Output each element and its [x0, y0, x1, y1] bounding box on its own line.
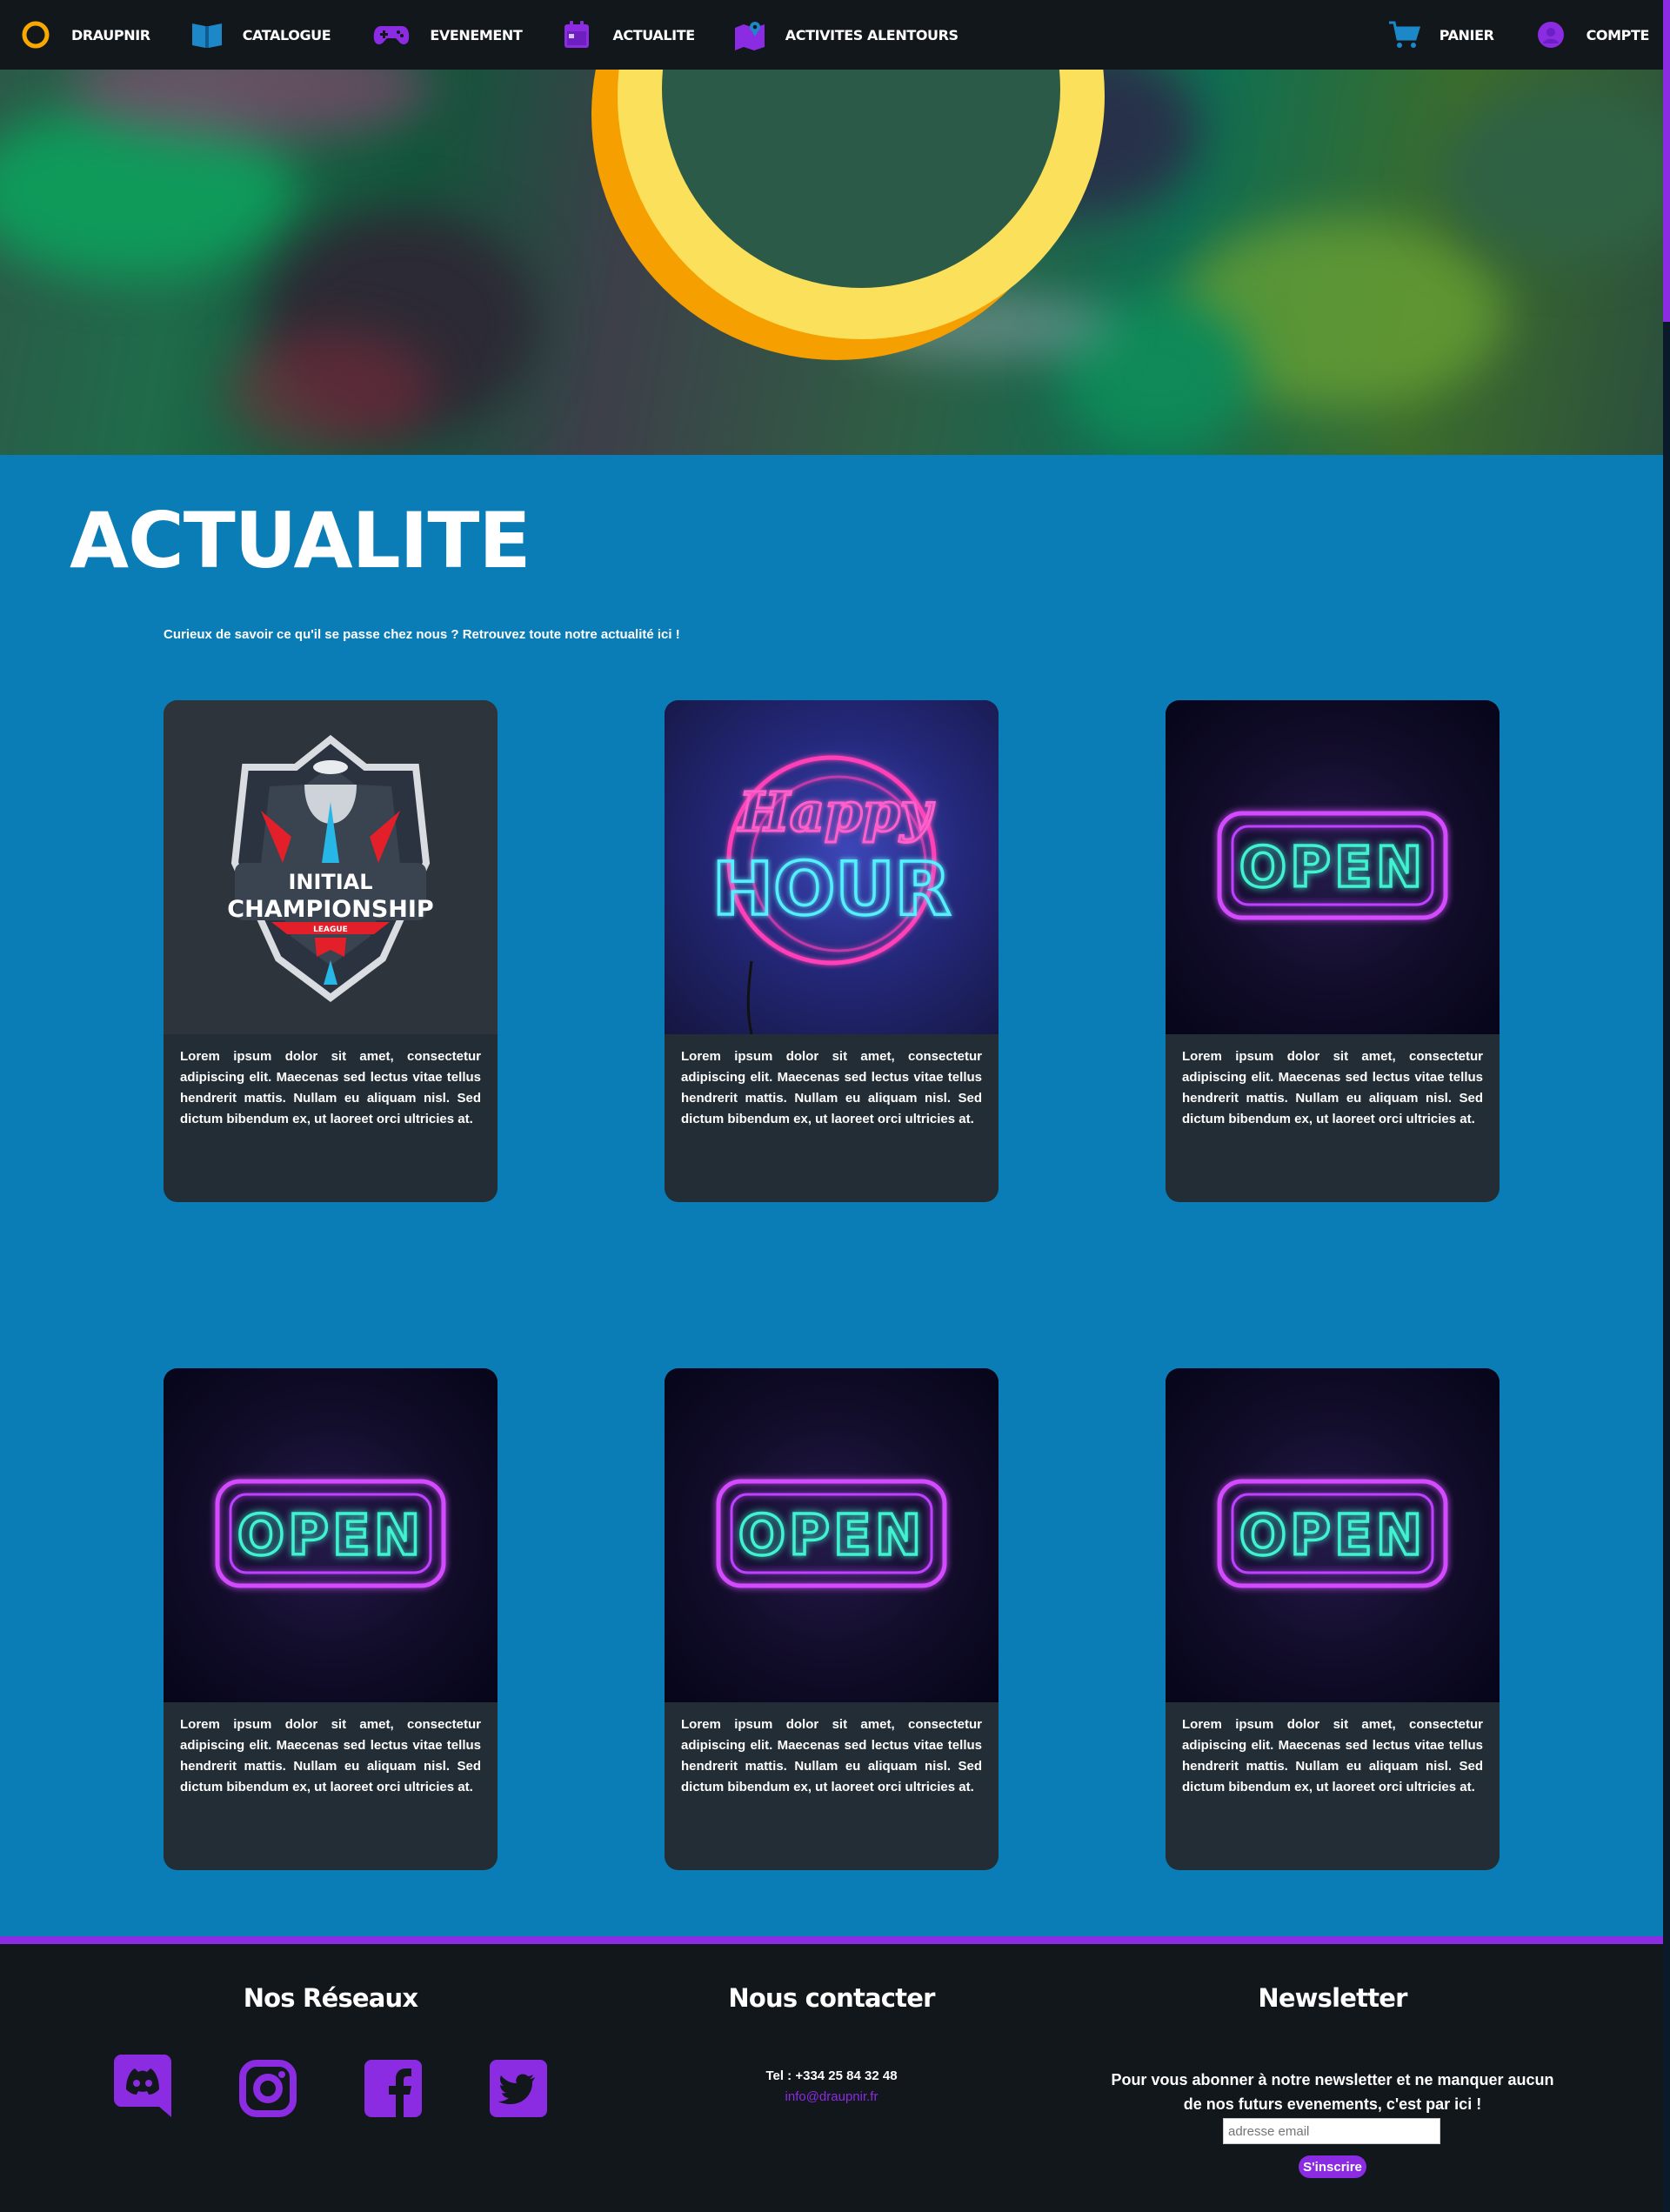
instagram-icon[interactable]: [239, 2060, 297, 2122]
hero-banner: [0, 70, 1663, 455]
svg-text:HOUR: HOUR: [712, 846, 952, 932]
svg-text:OPEN: OPEN: [237, 1504, 424, 1568]
nav-label: CATALOGUE: [242, 26, 331, 43]
nav-item-catalogue[interactable]: CATALOGUE: [190, 0, 331, 70]
open-neon-image: OPEN: [1166, 1368, 1500, 1702]
gamepad-icon: [372, 18, 411, 51]
twitter-icon[interactable]: [490, 2060, 547, 2122]
page-title: ACTUALITE: [70, 496, 531, 585]
nav-label: PANIER: [1439, 26, 1494, 43]
subscribe-button[interactable]: S'inscrire: [1299, 2155, 1366, 2178]
nav-label: ACTUALITE: [612, 26, 695, 43]
nav-label: ACTIVITES ALENTOURS: [785, 26, 959, 43]
discord-icon[interactable]: [114, 2055, 171, 2117]
svg-text:OPEN: OPEN: [1239, 1504, 1426, 1568]
svg-text:CHAMPIONSHIP: CHAMPIONSHIP: [227, 896, 433, 923]
nav-label: EVENEMENT: [430, 26, 523, 43]
newsletter-email-input[interactable]: [1223, 2118, 1440, 2144]
book-icon: [190, 18, 224, 51]
svg-text:OPEN: OPEN: [1239, 836, 1426, 900]
svg-text:Happy: Happy: [737, 780, 934, 844]
newsletter-text: Pour vous abonner à notre newsletter et …: [1111, 2071, 1554, 2113]
card-text: Lorem ipsum dolor sit amet, consectetur …: [681, 1049, 982, 1126]
svg-text:INITIAL: INITIAL: [288, 870, 372, 894]
card-text: Lorem ipsum dolor sit amet, consectetur …: [1182, 1049, 1483, 1126]
page-scrollbar[interactable]: [1663, 0, 1670, 2212]
footer: Nos Réseaux Nous contacter Newsletter Te…: [0, 1936, 1663, 2212]
svg-text:LEAGUE: LEAGUE: [313, 926, 348, 934]
calendar-icon: [560, 18, 593, 51]
news-card[interactable]: OPEN Lorem ipsum dolor sit amet, consect…: [164, 1368, 498, 1870]
nav-item-compte[interactable]: COMPTE: [1534, 0, 1649, 70]
card-text: Lorem ipsum dolor sit amet, consectetur …: [1182, 1717, 1483, 1794]
nav-item-activites[interactable]: ACTIVITES ALENTOURS: [733, 0, 959, 70]
map-icon: [733, 18, 766, 51]
top-navbar: DRAUPNIR CATALOGUE EVENEMENT ACTUALITE A…: [0, 0, 1663, 70]
ring-logo-icon: [19, 18, 52, 51]
happy-hour-neon-image: Happy HOUR: [665, 700, 999, 1034]
networks-title: Nos Réseaux: [243, 1983, 418, 2013]
page-intro: Curieux de savoir ce qu'il se passe chez…: [164, 627, 680, 642]
cart-icon: [1387, 18, 1420, 51]
nav-brand[interactable]: DRAUPNIR: [19, 0, 150, 70]
open-neon-image: OPEN: [665, 1368, 999, 1702]
contact-email-link[interactable]: info@draupnir.fr: [658, 2089, 1005, 2104]
championship-logo-image: INITIAL CHAMPIONSHIP LEAGUE: [164, 700, 498, 1034]
nav-item-panier[interactable]: PANIER: [1387, 0, 1494, 70]
svg-text:OPEN: OPEN: [738, 1504, 925, 1568]
card-text: Lorem ipsum dolor sit amet, consectetur …: [681, 1717, 982, 1794]
card-text: Lorem ipsum dolor sit amet, consectetur …: [180, 1049, 481, 1126]
nav-item-evenement[interactable]: EVENEMENT: [372, 0, 523, 70]
account-icon: [1534, 18, 1567, 51]
scrollbar-thumb[interactable]: [1663, 0, 1670, 322]
brand-label: DRAUPNIR: [71, 26, 150, 43]
open-neon-image: OPEN: [164, 1368, 498, 1702]
open-neon-image: OPEN: [1166, 700, 1500, 1034]
news-card[interactable]: OPEN Lorem ipsum dolor sit amet, consect…: [1166, 1368, 1500, 1870]
ring-logo-graphic: [591, 70, 1105, 360]
newsletter-title: Newsletter: [1258, 1983, 1407, 2013]
news-card[interactable]: INITIAL CHAMPIONSHIP LEAGUE Lorem ipsum …: [164, 700, 498, 1202]
nav-label: COMPTE: [1586, 26, 1650, 43]
card-text: Lorem ipsum dolor sit amet, consectetur …: [180, 1717, 481, 1794]
nav-item-actualite[interactable]: ACTUALITE: [560, 0, 695, 70]
news-card[interactable]: OPEN Lorem ipsum dolor sit amet, consect…: [665, 1368, 999, 1870]
contact-phone: Tel : +334 25 84 32 48: [765, 2068, 898, 2083]
news-card[interactable]: OPEN Lorem ipsum dolor sit amet, consect…: [1166, 700, 1500, 1202]
facebook-icon[interactable]: [364, 2060, 422, 2122]
contact-title: Nous contacter: [728, 1983, 935, 2013]
news-card[interactable]: Happy HOUR Lorem ipsum dolor sit amet, c…: [665, 700, 999, 1202]
